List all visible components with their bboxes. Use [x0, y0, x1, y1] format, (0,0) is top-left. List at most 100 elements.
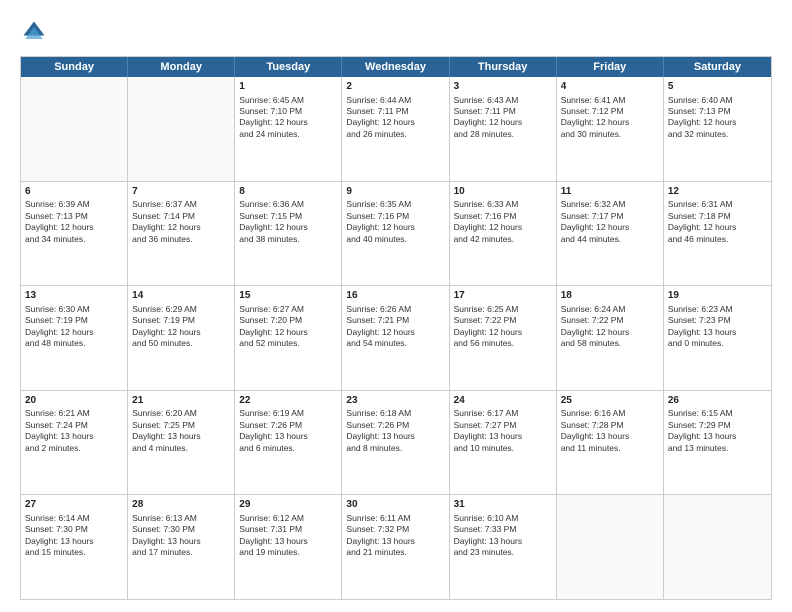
- calendar-cell: 11Sunrise: 6:32 AMSunset: 7:17 PMDayligh…: [557, 182, 664, 286]
- day-info: Sunrise: 6:15 AM: [668, 408, 767, 419]
- day-info: Sunrise: 6:17 AM: [454, 408, 552, 419]
- day-info: Sunrise: 6:16 AM: [561, 408, 659, 419]
- day-info: Sunset: 7:13 PM: [25, 211, 123, 222]
- day-info: Sunrise: 6:19 AM: [239, 408, 337, 419]
- day-info: Sunrise: 6:27 AM: [239, 304, 337, 315]
- calendar-cell: 30Sunrise: 6:11 AMSunset: 7:32 PMDayligh…: [342, 495, 449, 599]
- calendar-week-2: 6Sunrise: 6:39 AMSunset: 7:13 PMDaylight…: [21, 181, 771, 286]
- day-number: 24: [454, 394, 552, 408]
- day-info: Daylight: 13 hours: [25, 431, 123, 442]
- day-info: Sunrise: 6:12 AM: [239, 513, 337, 524]
- day-info: and 46 minutes.: [668, 234, 767, 245]
- day-info: Sunrise: 6:13 AM: [132, 513, 230, 524]
- day-info: Daylight: 12 hours: [346, 222, 444, 233]
- day-info: and 30 minutes.: [561, 129, 659, 140]
- day-number: 26: [668, 394, 767, 408]
- day-info: and 23 minutes.: [454, 547, 552, 558]
- day-info: and 28 minutes.: [454, 129, 552, 140]
- calendar-cell: 18Sunrise: 6:24 AMSunset: 7:22 PMDayligh…: [557, 286, 664, 390]
- cal-header-tuesday: Tuesday: [235, 57, 342, 77]
- day-info: and 42 minutes.: [454, 234, 552, 245]
- day-number: 5: [668, 80, 767, 94]
- calendar-cell: 9Sunrise: 6:35 AMSunset: 7:16 PMDaylight…: [342, 182, 449, 286]
- calendar-cell: 21Sunrise: 6:20 AMSunset: 7:25 PMDayligh…: [128, 391, 235, 495]
- day-info: Sunset: 7:29 PM: [668, 420, 767, 431]
- day-info: and 52 minutes.: [239, 338, 337, 349]
- day-info: Sunrise: 6:32 AM: [561, 199, 659, 210]
- day-info: Sunset: 7:27 PM: [454, 420, 552, 431]
- day-info: Daylight: 12 hours: [561, 327, 659, 338]
- day-number: 3: [454, 80, 552, 94]
- day-number: 12: [668, 185, 767, 199]
- day-info: Sunset: 7:16 PM: [454, 211, 552, 222]
- day-info: Sunset: 7:22 PM: [561, 315, 659, 326]
- calendar-cell: [128, 77, 235, 181]
- day-info: Sunset: 7:31 PM: [239, 524, 337, 535]
- day-info: Daylight: 12 hours: [239, 327, 337, 338]
- cal-header-thursday: Thursday: [450, 57, 557, 77]
- day-info: Daylight: 12 hours: [454, 327, 552, 338]
- calendar: SundayMondayTuesdayWednesdayThursdayFrid…: [20, 56, 772, 600]
- day-info: Daylight: 12 hours: [668, 222, 767, 233]
- day-info: Daylight: 13 hours: [25, 536, 123, 547]
- day-info: Sunset: 7:23 PM: [668, 315, 767, 326]
- day-info: Sunrise: 6:20 AM: [132, 408, 230, 419]
- calendar-week-5: 27Sunrise: 6:14 AMSunset: 7:30 PMDayligh…: [21, 494, 771, 599]
- day-number: 30: [346, 498, 444, 512]
- day-number: 23: [346, 394, 444, 408]
- day-info: Sunset: 7:11 PM: [346, 106, 444, 117]
- calendar-cell: 23Sunrise: 6:18 AMSunset: 7:26 PMDayligh…: [342, 391, 449, 495]
- calendar-cell: 17Sunrise: 6:25 AMSunset: 7:22 PMDayligh…: [450, 286, 557, 390]
- day-info: Daylight: 12 hours: [561, 117, 659, 128]
- day-info: Sunset: 7:10 PM: [239, 106, 337, 117]
- day-info: and 44 minutes.: [561, 234, 659, 245]
- day-info: Sunset: 7:28 PM: [561, 420, 659, 431]
- day-info: Daylight: 12 hours: [239, 222, 337, 233]
- day-info: Sunset: 7:12 PM: [561, 106, 659, 117]
- cal-header-sunday: Sunday: [21, 57, 128, 77]
- day-info: and 19 minutes.: [239, 547, 337, 558]
- day-info: and 21 minutes.: [346, 547, 444, 558]
- day-info: Sunrise: 6:29 AM: [132, 304, 230, 315]
- day-info: Sunrise: 6:41 AM: [561, 95, 659, 106]
- calendar-cell: 13Sunrise: 6:30 AMSunset: 7:19 PMDayligh…: [21, 286, 128, 390]
- day-number: 16: [346, 289, 444, 303]
- day-number: 2: [346, 80, 444, 94]
- day-info: Sunrise: 6:36 AM: [239, 199, 337, 210]
- day-info: Daylight: 13 hours: [454, 536, 552, 547]
- calendar-cell: 19Sunrise: 6:23 AMSunset: 7:23 PMDayligh…: [664, 286, 771, 390]
- calendar-header-row: SundayMondayTuesdayWednesdayThursdayFrid…: [21, 57, 771, 77]
- day-info: and 24 minutes.: [239, 129, 337, 140]
- day-info: Daylight: 13 hours: [239, 431, 337, 442]
- day-number: 14: [132, 289, 230, 303]
- day-number: 19: [668, 289, 767, 303]
- day-info: Sunrise: 6:30 AM: [25, 304, 123, 315]
- day-info: Daylight: 12 hours: [346, 117, 444, 128]
- day-info: Daylight: 12 hours: [346, 327, 444, 338]
- day-number: 6: [25, 185, 123, 199]
- day-info: Sunset: 7:30 PM: [25, 524, 123, 535]
- day-info: Sunrise: 6:11 AM: [346, 513, 444, 524]
- day-info: and 0 minutes.: [668, 338, 767, 349]
- day-info: Daylight: 12 hours: [454, 222, 552, 233]
- day-info: Sunrise: 6:45 AM: [239, 95, 337, 106]
- calendar-cell: 3Sunrise: 6:43 AMSunset: 7:11 PMDaylight…: [450, 77, 557, 181]
- day-info: and 50 minutes.: [132, 338, 230, 349]
- day-info: Daylight: 12 hours: [132, 222, 230, 233]
- day-info: Sunset: 7:17 PM: [561, 211, 659, 222]
- day-info: Sunset: 7:19 PM: [25, 315, 123, 326]
- day-number: 20: [25, 394, 123, 408]
- calendar-cell: 15Sunrise: 6:27 AMSunset: 7:20 PMDayligh…: [235, 286, 342, 390]
- day-info: Sunset: 7:13 PM: [668, 106, 767, 117]
- day-info: Sunrise: 6:25 AM: [454, 304, 552, 315]
- day-info: and 4 minutes.: [132, 443, 230, 454]
- day-info: and 54 minutes.: [346, 338, 444, 349]
- calendar-cell: 22Sunrise: 6:19 AMSunset: 7:26 PMDayligh…: [235, 391, 342, 495]
- calendar-cell: 20Sunrise: 6:21 AMSunset: 7:24 PMDayligh…: [21, 391, 128, 495]
- day-info: Daylight: 12 hours: [25, 222, 123, 233]
- calendar-cell: 2Sunrise: 6:44 AMSunset: 7:11 PMDaylight…: [342, 77, 449, 181]
- day-number: 28: [132, 498, 230, 512]
- calendar-cell: 25Sunrise: 6:16 AMSunset: 7:28 PMDayligh…: [557, 391, 664, 495]
- day-info: Sunrise: 6:40 AM: [668, 95, 767, 106]
- day-number: 31: [454, 498, 552, 512]
